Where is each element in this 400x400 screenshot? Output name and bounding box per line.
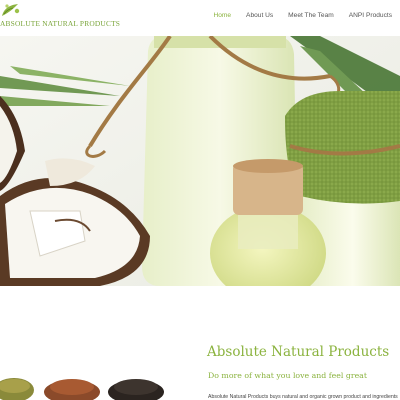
hero-image (0, 36, 400, 286)
nav-item-meet-the-team[interactable]: Meet The Team (288, 12, 334, 19)
logo-text: ABSOLUTE NATURAL PRODUCTS (0, 19, 121, 28)
main-nav: Home About Us Meet The Team ANPI Product… (213, 12, 392, 19)
leaf-logo-icon (2, 4, 20, 16)
nav-item-anpi-products[interactable]: ANPI Products (349, 12, 392, 19)
content-title: Absolute Natural Products (207, 344, 390, 360)
content-body: Absolute Natural Products buys natural a… (208, 394, 398, 400)
site-header: ABSOLUTE NATURAL PRODUCTS Home About Us … (0, 0, 400, 36)
site-logo[interactable]: ABSOLUTE NATURAL PRODUCTS (0, 2, 120, 32)
nav-item-about-us[interactable]: About Us (246, 12, 273, 19)
nav-item-home[interactable]: Home (213, 12, 231, 19)
spices-image (0, 368, 180, 400)
content-subtitle: Do more of what you love and feel great (208, 371, 367, 380)
